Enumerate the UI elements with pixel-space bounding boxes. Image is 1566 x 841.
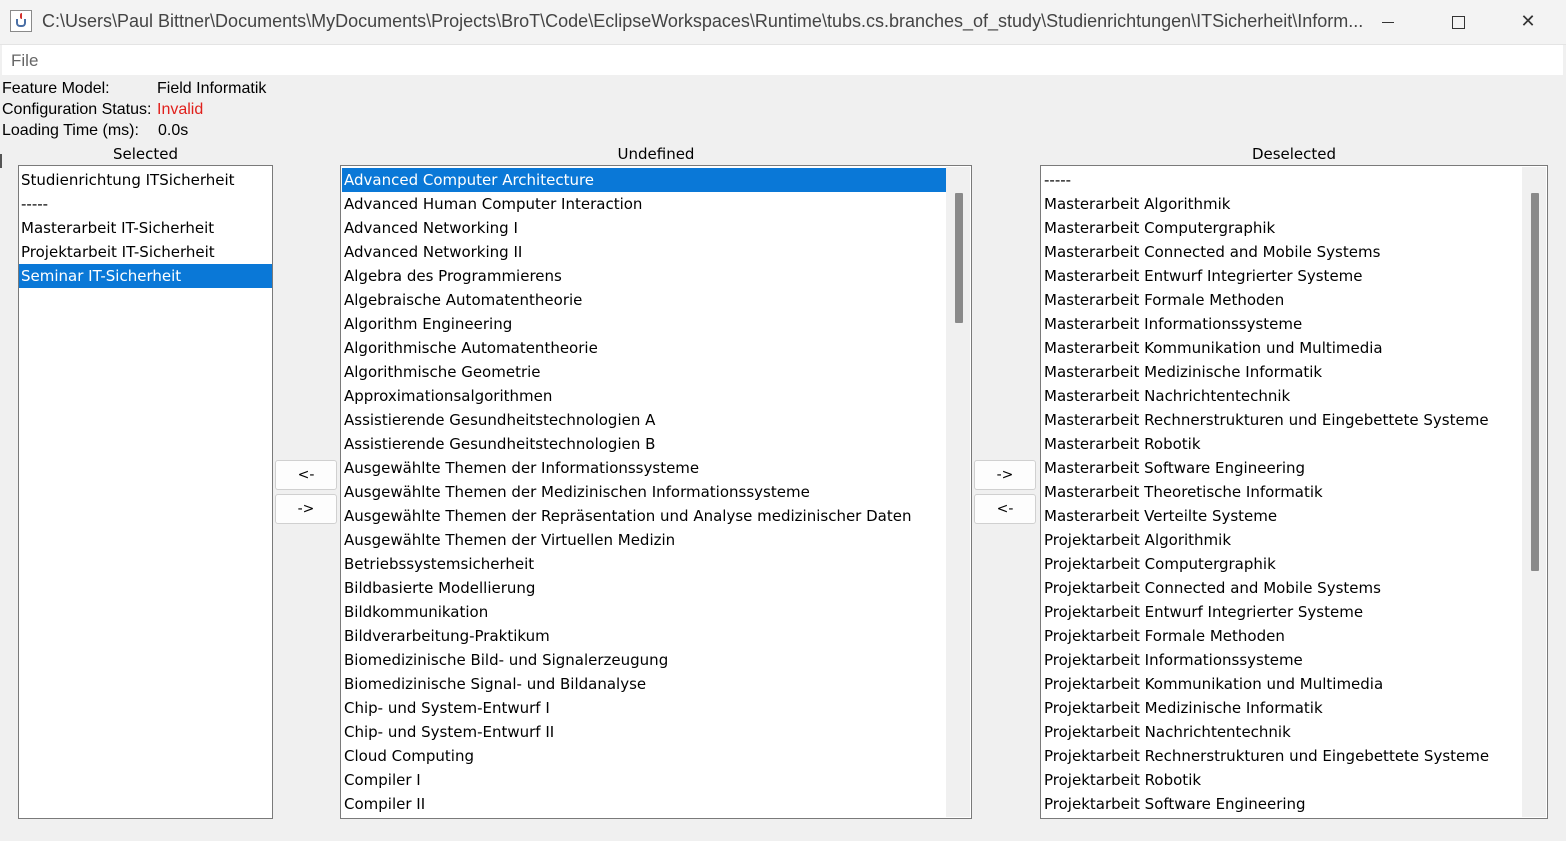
close-icon: ✕ (1520, 11, 1536, 32)
deselected-list-item[interactable]: ----- (1042, 168, 1522, 192)
undefined-list-item[interactable]: Advanced Computer Architecture (342, 168, 946, 192)
window-edge-mark (0, 154, 2, 168)
undefined-list-item[interactable]: Biomedizinische Signal- und Bildanalyse (342, 672, 946, 696)
undefined-list[interactable]: Advanced Computer Architecture Advanced H… (340, 165, 972, 819)
undefined-list-item[interactable]: Bildbasierte Modellierung (342, 576, 946, 600)
deselected-list-item[interactable]: Masterarbeit Informationssysteme (1042, 312, 1522, 336)
deselected-list-item[interactable]: Masterarbeit Computergraphik (1042, 216, 1522, 240)
deselected-list-item[interactable]: Masterarbeit Verteilte Systeme (1042, 504, 1522, 528)
undefined-list-item[interactable]: Algebra des Programmierens (342, 264, 946, 288)
minimize-icon (1382, 21, 1394, 23)
undefined-list-item[interactable]: Ausgewählte Themen der Informationssyste… (342, 456, 946, 480)
deselected-list-item[interactable]: Masterarbeit Algorithmik (1042, 192, 1522, 216)
move-to-deselected-button[interactable]: -> (974, 460, 1036, 490)
undefined-list-item[interactable]: Algorithmische Geometrie (342, 360, 946, 384)
loading-time-row: Loading Time (ms): 0.0s (2, 122, 402, 142)
undefined-scrollbar[interactable] (946, 167, 970, 817)
undefined-list-item[interactable]: Ausgewählte Themen der Repräsentation un… (342, 504, 946, 528)
menu-file[interactable]: File (11, 51, 38, 71)
deselected-list[interactable]: ----- Masterarbeit Algorithmik Masterarbei… (1040, 165, 1548, 819)
undefined-list-item[interactable]: Algebraische Automatentheorie (342, 288, 946, 312)
move-to-selected-button[interactable]: <- (275, 460, 337, 490)
deselected-list-item[interactable]: Masterarbeit Formale Methoden (1042, 288, 1522, 312)
move-to-undefined-from-selected-button[interactable]: -> (275, 494, 337, 524)
configuration-status-value: Invalid (157, 101, 204, 118)
feature-model-label: Feature Model: (2, 80, 110, 97)
maximize-icon (1451, 15, 1465, 29)
undefined-list-item[interactable]: Assistierende Gesundheitstechnologien A (342, 408, 946, 432)
deselected-list-item[interactable]: Projektarbeit Rechnerstrukturen und Eing… (1042, 744, 1522, 768)
deselected-list-item[interactable]: Masterarbeit Entwurf Integrierter System… (1042, 264, 1522, 288)
deselected-list-item[interactable]: Projektarbeit Medizinische Informatik (1042, 696, 1522, 720)
loading-time-label: Loading Time (ms): (2, 122, 139, 139)
undefined-list-item[interactable]: Bildverarbeitung-Praktikum (342, 624, 946, 648)
deselected-list-item[interactable]: Projektarbeit Informationssysteme (1042, 648, 1522, 672)
undefined-list-item[interactable]: Assistierende Gesundheitstechnologien B (342, 432, 946, 456)
deselected-header: Deselected (1251, 145, 1337, 163)
deselected-scrollbar[interactable] (1522, 167, 1546, 817)
deselected-list-item[interactable]: Masterarbeit Kommunikation und Multimedi… (1042, 336, 1522, 360)
selected-header: Selected (112, 145, 179, 163)
deselected-list-item[interactable]: Projektarbeit Formale Methoden (1042, 624, 1522, 648)
java-app-icon[interactable] (10, 10, 32, 32)
undefined-list-item[interactable]: Ausgewählte Themen der Virtuellen Medizi… (342, 528, 946, 552)
undefined-list-item[interactable]: Approximationsalgorithmen (342, 384, 946, 408)
deselected-list-item[interactable]: Masterarbeit Connected and Mobile System… (1042, 240, 1522, 264)
undefined-list-item[interactable]: Betriebssystemsicherheit (342, 552, 946, 576)
undefined-list-item[interactable]: Compiler II (342, 792, 946, 816)
undefined-list-item[interactable]: Advanced Human Computer Interaction (342, 192, 946, 216)
undefined-list-item[interactable]: Chip- und System-Entwurf II (342, 720, 946, 744)
selected-list-item[interactable]: Masterarbeit IT-Sicherheit (19, 216, 272, 240)
deselected-list-item[interactable]: Masterarbeit Theoretische Informatik (1042, 480, 1522, 504)
undefined-list-item[interactable]: Biomedizinische Bild- und Signalerzeugun… (342, 648, 946, 672)
undefined-list-item[interactable]: Algorithmische Automatentheorie (342, 336, 946, 360)
configuration-status-label: Configuration Status: (2, 101, 152, 118)
deselected-scrollbar-thumb[interactable] (1531, 193, 1539, 571)
undefined-list-item[interactable]: Advanced Networking II (342, 240, 946, 264)
deselected-list-item[interactable]: Projektarbeit Connected and Mobile Syste… (1042, 576, 1522, 600)
undefined-list-item[interactable]: Bildkommunikation (342, 600, 946, 624)
deselected-list-item[interactable]: Projektarbeit Computergraphik (1042, 552, 1522, 576)
selected-list-item[interactable]: ----- (19, 192, 272, 216)
feature-model-value: Field Informatik (157, 80, 267, 97)
deselected-list-item[interactable]: Projektarbeit Entwurf Integrierter Syste… (1042, 600, 1522, 624)
close-button[interactable]: ✕ (1494, 0, 1562, 44)
deselected-list-item[interactable]: Projektarbeit Software Engineering (1042, 792, 1522, 816)
deselected-list-item[interactable]: Masterarbeit Nachrichtentechnik (1042, 384, 1522, 408)
menu-bar: File (2, 45, 1563, 75)
deselected-list-item[interactable]: Projektarbeit Nachrichtentechnik (1042, 720, 1522, 744)
loading-time-value: 0.0s (158, 122, 189, 139)
deselected-list-item[interactable]: Masterarbeit Medizinische Informatik (1042, 360, 1522, 384)
feature-model-row: Feature Model: Field Informatik (2, 80, 402, 100)
undefined-header: Undefined (617, 145, 695, 163)
deselected-list-item[interactable]: Masterarbeit Software Engineering (1042, 456, 1522, 480)
deselected-list-item[interactable]: Projektarbeit Algorithmik (1042, 528, 1522, 552)
selected-list[interactable]: Studienrichtung ITSicherheit ----- Mastera… (18, 165, 273, 819)
undefined-list-item[interactable]: Algorithm Engineering (342, 312, 946, 336)
deselected-list-item[interactable]: Projektarbeit Kommunikation und Multimed… (1042, 672, 1522, 696)
maximize-button[interactable] (1424, 0, 1492, 44)
undefined-list-item[interactable]: Ausgewählte Themen der Medizinischen Inf… (342, 480, 946, 504)
deselected-list-item[interactable]: Masterarbeit Robotik (1042, 432, 1522, 456)
title-bar[interactable]: C:\Users\Paul Bittner\Documents\MyDocume… (0, 0, 1566, 45)
deselected-list-item[interactable]: Masterarbeit Rechnerstrukturen und Einge… (1042, 408, 1522, 432)
window-title: C:\Users\Paul Bittner\Documents\MyDocume… (42, 11, 1364, 31)
minimize-button[interactable] (1354, 0, 1422, 44)
status-row: Configuration Status: Invalid (2, 101, 402, 121)
undefined-list-item[interactable]: Compiler I (342, 768, 946, 792)
selected-list-item[interactable]: Projektarbeit IT-Sicherheit (19, 240, 272, 264)
undefined-scrollbar-thumb[interactable] (955, 193, 963, 323)
undefined-list-item[interactable]: Cloud Computing (342, 744, 946, 768)
undefined-list-item[interactable]: Advanced Networking I (342, 216, 946, 240)
undefined-list-item[interactable]: Chip- und System-Entwurf I (342, 696, 946, 720)
selected-list-item[interactable]: Seminar IT-Sicherheit (19, 264, 272, 288)
deselected-list-item[interactable]: Projektarbeit Robotik (1042, 768, 1522, 792)
selected-list-item[interactable]: Studienrichtung ITSicherheit (19, 168, 272, 192)
move-to-undefined-from-deselected-button[interactable]: <- (974, 494, 1036, 524)
